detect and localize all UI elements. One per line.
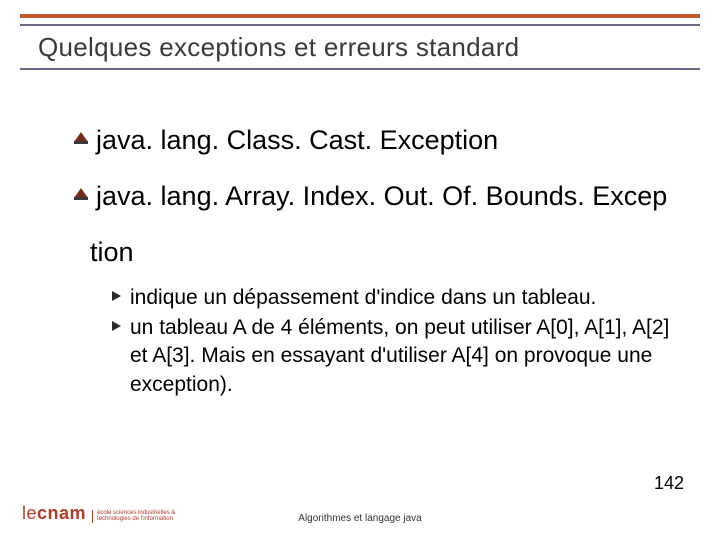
sub-list: indique un dépassement d'indice dans un … xyxy=(130,284,690,399)
title-band: Quelques exceptions et erreurs standard xyxy=(20,24,700,70)
logo-le: le xyxy=(22,503,37,523)
logo-subtitle: école sciences industrielles & technolog… xyxy=(92,510,175,523)
arrow-icon xyxy=(112,291,121,301)
bullet-arrayindex-cont: tion xyxy=(90,232,690,274)
slide-title: Quelques exceptions et erreurs standard xyxy=(20,32,519,63)
logo-word: lecnam xyxy=(22,503,86,524)
content-area: java. lang. Class. Cast. Exception java.… xyxy=(96,120,690,401)
cnam-logo: lecnam école sciences industrielles & te… xyxy=(22,503,175,524)
sub-item-example: un tableau A de 4 éléments, on peut util… xyxy=(130,314,690,399)
bullet-arrayindex-text-1: java. lang. Array. Index. Out. Of. Bound… xyxy=(96,181,667,211)
bullet-classcast-text: java. lang. Class. Cast. Exception xyxy=(96,125,498,155)
bullet-arrayindex: java. lang. Array. Index. Out. Of. Bound… xyxy=(96,176,690,218)
logo-cnam: cnam xyxy=(37,503,86,523)
sub-item-example-text: un tableau A de 4 éléments, on peut util… xyxy=(130,316,669,396)
bullet-classcast: java. lang. Class. Cast. Exception xyxy=(96,120,690,162)
top-rule xyxy=(20,14,700,18)
logo-sub-line2: technologies de l'information xyxy=(97,516,173,522)
sub-item-overflow-text: indique un dépassement d'indice dans un … xyxy=(130,286,596,309)
logo-sub-line1: école sciences industrielles & xyxy=(97,510,175,516)
bullet-icon xyxy=(74,132,88,144)
bullet-arrayindex-text-2: tion xyxy=(90,237,134,267)
sub-item-overflow: indique un dépassement d'indice dans un … xyxy=(130,284,690,312)
page-number: 142 xyxy=(654,473,684,494)
bullet-icon xyxy=(74,188,88,200)
arrow-icon xyxy=(112,321,121,331)
